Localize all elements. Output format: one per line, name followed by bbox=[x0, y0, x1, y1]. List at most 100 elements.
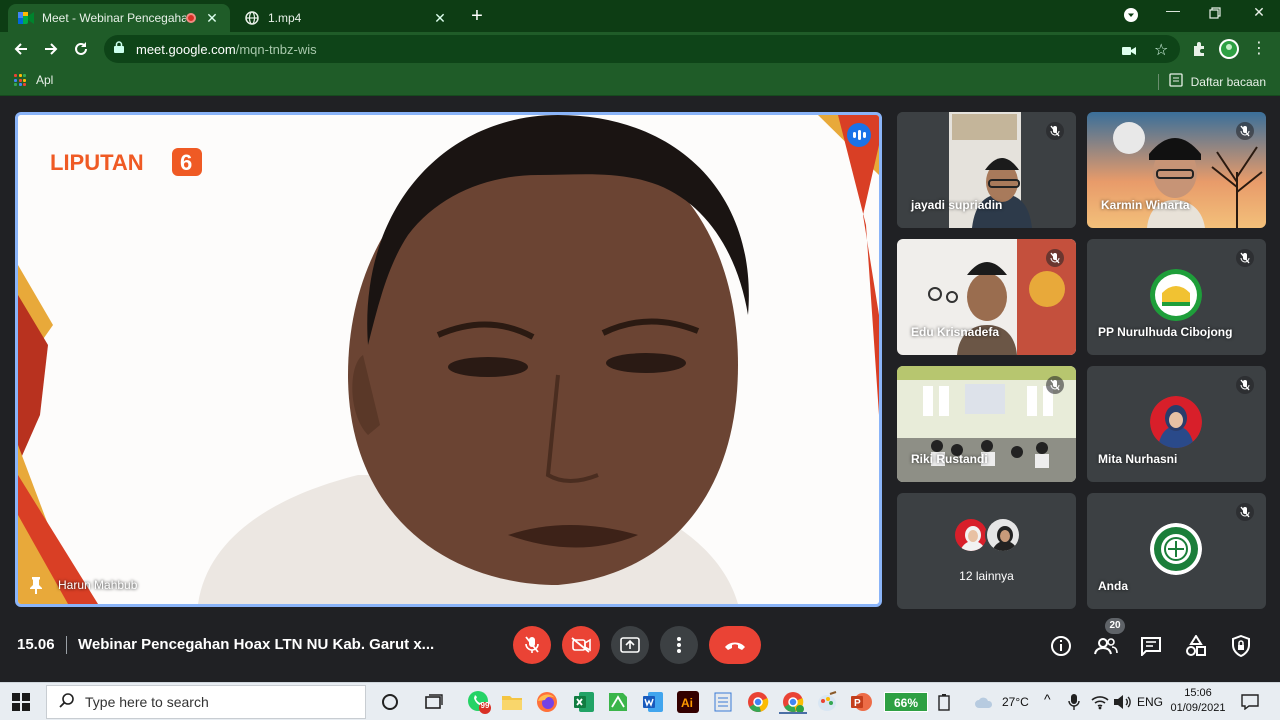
toggle-mic-button[interactable] bbox=[513, 626, 551, 664]
participant-avatar bbox=[953, 517, 989, 553]
temperature-label[interactable]: 27°C bbox=[1002, 695, 1029, 709]
search-input[interactable] bbox=[85, 694, 345, 710]
browser-toolbar: meet.google.com /mqn-tnbz-wis ☆ ⋮ bbox=[0, 32, 1280, 66]
participant-tile-karmin[interactable]: Karmin Winarta bbox=[1087, 112, 1266, 228]
participant-name: Edu Krisnadefa bbox=[911, 325, 1000, 339]
self-tile[interactable]: Anda bbox=[1087, 493, 1266, 609]
tab-video[interactable]: 1.mp4 ✕ bbox=[234, 4, 458, 32]
tab-search-icon[interactable] bbox=[1116, 4, 1146, 25]
new-tab-button[interactable]: + bbox=[466, 6, 488, 28]
meeting-title[interactable]: Webinar Pencegahan Hoax LTN NU Kab. Garu… bbox=[78, 636, 434, 653]
mic-off-icon bbox=[1236, 122, 1254, 140]
wifi-icon[interactable] bbox=[1088, 690, 1112, 714]
participant-avatar bbox=[985, 517, 1021, 553]
cortana-icon[interactable] bbox=[378, 690, 402, 714]
svg-text:Ai: Ai bbox=[681, 696, 693, 710]
mic-off-icon bbox=[1236, 376, 1254, 394]
chat-button[interactable] bbox=[1139, 634, 1163, 658]
participant-name: Anda bbox=[1098, 579, 1128, 593]
svg-text:P: P bbox=[854, 698, 861, 709]
sheets-app-icon[interactable] bbox=[606, 690, 630, 714]
present-icon bbox=[620, 637, 640, 653]
chrome-profile-icon[interactable] bbox=[779, 690, 807, 714]
tab-meet[interactable]: Meet - Webinar Pencegahan ✕ bbox=[8, 4, 230, 32]
tab-title: 1.mp4 bbox=[268, 11, 302, 25]
system-clock[interactable]: 15:06 01/09/2021 bbox=[1166, 686, 1230, 716]
illustrator-icon[interactable]: Ai bbox=[676, 690, 700, 714]
mic-off-icon bbox=[1046, 376, 1064, 394]
back-arrow-icon[interactable] bbox=[10, 38, 32, 60]
show-everyone-button[interactable] bbox=[1094, 634, 1118, 658]
leave-call-button[interactable] bbox=[709, 626, 761, 664]
battery-icon bbox=[932, 690, 956, 714]
participant-tile-pp-nurulhuda[interactable]: PP Nurulhuda Cibojong bbox=[1087, 239, 1266, 355]
apps-shortcut[interactable]: Apl bbox=[14, 73, 53, 87]
meet-control-bar: 15.06 Webinar Pencegahan Hoax LTN NU Kab… bbox=[0, 616, 1280, 676]
present-screen-button[interactable] bbox=[611, 626, 649, 664]
meeting-details-button[interactable] bbox=[1049, 634, 1073, 658]
minimize-icon[interactable]: — bbox=[1158, 2, 1188, 18]
notifications-icon[interactable] bbox=[1238, 690, 1262, 714]
address-bar[interactable]: meet.google.com /mqn-tnbz-wis ☆ bbox=[104, 35, 1180, 63]
notepad-icon[interactable] bbox=[711, 690, 735, 714]
url-host: meet.google.com bbox=[136, 41, 236, 57]
reading-list-icon bbox=[1168, 73, 1183, 90]
chevron-up-icon[interactable]: ^ bbox=[1044, 691, 1051, 707]
microphone-icon[interactable] bbox=[1062, 690, 1086, 714]
more-options-button[interactable] bbox=[660, 626, 698, 664]
pin-icon[interactable] bbox=[28, 576, 44, 594]
input-language-label[interactable]: ENG bbox=[1137, 695, 1163, 709]
windows-taskbar: 99 Ai P 66% 27°C ^ bbox=[0, 682, 1280, 720]
reading-list-button[interactable]: Daftar bacaan bbox=[1157, 73, 1266, 90]
host-controls-button[interactable] bbox=[1229, 634, 1253, 658]
participant-tile-jayadi[interactable]: jayadi supriadin bbox=[897, 112, 1076, 228]
participant-name: Riki Rustandi bbox=[911, 452, 988, 466]
info-icon bbox=[1051, 636, 1071, 656]
whatsapp-badge: 99 bbox=[480, 701, 490, 710]
activities-shapes-icon bbox=[1186, 635, 1206, 656]
powerpoint-icon[interactable]: P bbox=[849, 690, 873, 714]
weather-icon[interactable] bbox=[972, 690, 996, 714]
meet-stage: LIPUTAN 6 Harun Mahbub jayadi supriadin bbox=[0, 96, 1280, 682]
close-tab-icon[interactable]: ✕ bbox=[432, 10, 448, 27]
close-tab-icon[interactable]: ✕ bbox=[204, 10, 220, 27]
mic-off-icon bbox=[1046, 122, 1064, 140]
forward-arrow-icon[interactable] bbox=[40, 38, 62, 60]
tab-title: Meet - Webinar Pencegahan bbox=[42, 11, 186, 25]
taskbar-search-box[interactable] bbox=[46, 685, 366, 719]
bookmark-star-icon[interactable]: ☆ bbox=[1154, 40, 1168, 60]
maximize-icon[interactable] bbox=[1200, 4, 1230, 22]
profile-avatar[interactable] bbox=[1218, 38, 1240, 60]
firefox-icon[interactable] bbox=[535, 690, 559, 714]
battery-meter[interactable]: 66% bbox=[884, 692, 928, 712]
participant-tile-mita[interactable]: Mita Nurhasni bbox=[1087, 366, 1266, 482]
toggle-camera-button[interactable] bbox=[562, 626, 600, 664]
participant-name: PP Nurulhuda Cibojong bbox=[1098, 325, 1233, 339]
close-window-icon[interactable]: ✕ bbox=[1244, 4, 1274, 21]
windows-start-icon[interactable] bbox=[12, 693, 30, 711]
word-icon[interactable] bbox=[641, 690, 665, 714]
file-explorer-icon[interactable] bbox=[500, 690, 524, 714]
speaker-video-frame: LIPUTAN 6 bbox=[18, 115, 879, 604]
participant-name: Mita Nurhasni bbox=[1098, 452, 1178, 466]
participant-tile-riki[interactable]: Riki Rustandi bbox=[897, 366, 1076, 482]
participant-tile-edu[interactable]: Edu Krisnadefa bbox=[897, 239, 1076, 355]
excel-icon[interactable] bbox=[572, 690, 596, 714]
reload-icon[interactable] bbox=[70, 38, 92, 60]
others-tile[interactable]: 12 lainnya bbox=[897, 493, 1076, 609]
speaker-volume-icon[interactable] bbox=[1110, 690, 1134, 714]
participant-count-badge: 20 bbox=[1105, 618, 1125, 634]
reading-list-label: Daftar bacaan bbox=[1190, 74, 1266, 89]
main-speaker-tile[interactable]: LIPUTAN 6 Harun Mahbub bbox=[15, 112, 882, 607]
activities-button[interactable] bbox=[1184, 634, 1208, 658]
paint-icon[interactable] bbox=[815, 690, 839, 714]
task-view-icon[interactable] bbox=[422, 690, 446, 714]
kebab-menu-icon[interactable]: ⋮ bbox=[1248, 38, 1270, 60]
chrome-icon[interactable] bbox=[746, 690, 770, 714]
mic-off-icon bbox=[1046, 249, 1064, 267]
camera-in-use-icon[interactable] bbox=[1122, 43, 1136, 59]
participant-name: jayadi supriadin bbox=[911, 198, 1003, 212]
whatsapp-icon[interactable]: 99 bbox=[467, 690, 491, 714]
extensions-puzzle-icon[interactable] bbox=[1188, 38, 1210, 60]
clock-date: 01/09/2021 bbox=[1170, 702, 1226, 714]
